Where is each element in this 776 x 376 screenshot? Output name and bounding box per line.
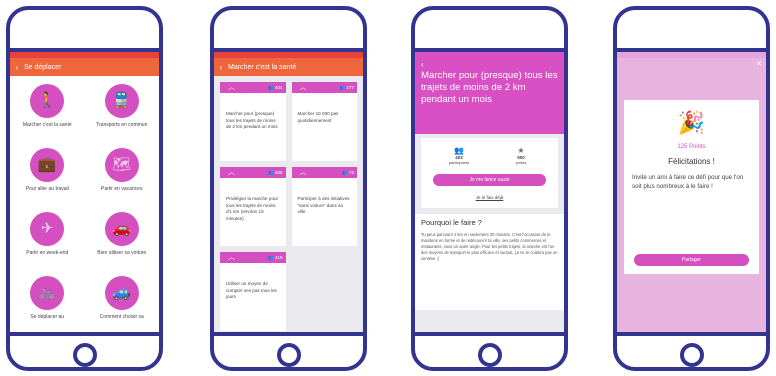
category-label: Marcher c'est la santé <box>22 122 72 128</box>
challenge-title: Marcher pour (presque) tous les trajets … <box>421 70 558 105</box>
invite-message: Invite un ami à faire ce défi pour que l… <box>632 174 744 190</box>
card-header: ︿ 👥 73 <box>291 167 357 178</box>
back-arrow-icon[interactable]: ‹ <box>421 58 558 70</box>
participant-count: 73 <box>348 170 354 175</box>
why-section: Pourquoi le faire ? Tu peux parcourir 2 … <box>415 214 564 310</box>
mountain-icon: ︿ <box>228 169 235 176</box>
app-bar-title: Se déplacer <box>24 63 62 71</box>
card-text: Marcher 10 000 pas quotidiennement <box>297 111 339 123</box>
challenge-card[interactable]: ︿ 👥 277 Marcher 10 000 pas quotidiennemen… <box>291 82 357 161</box>
challenge-card[interactable]: ︿ 👥 73 Participer à des initiatives "sans… <box>291 167 357 246</box>
back-arrow-icon[interactable]: ‹ <box>10 63 24 72</box>
participant-count: 277 <box>346 85 354 90</box>
category-item[interactable]: 🚆 Transports en commun <box>85 84 160 142</box>
app-bar-title: Marcher c'est la santé <box>228 63 297 71</box>
home-button[interactable] <box>477 343 502 367</box>
phone-frame-2: ‹ Marcher c'est la santé ︿ 👥 404 Marcher … <box>210 6 367 371</box>
phone-bottom-bezel <box>617 332 766 336</box>
category-item[interactable]: 🗺 Partir en vacances <box>85 148 160 206</box>
app-bar: ‹ Marcher c'est la santé <box>214 58 363 76</box>
train-icon: 🚆 <box>104 84 139 118</box>
close-icon[interactable]: ✕ <box>756 60 762 68</box>
card-header: ︿ 👥 419 <box>220 252 286 263</box>
card-header: ︿ 👥 277 <box>291 82 357 93</box>
category-label: Bien utiliser sa voiture <box>97 250 147 256</box>
bicycle-icon: 🚲 <box>30 276 65 310</box>
card-text: Marcher pour (presque) tous les trajets … <box>226 111 278 129</box>
phone-frame-1: ‹ Se déplacer 🚶 Marcher c'est la santé 🚆… <box>6 6 163 371</box>
participant-count: 404 <box>274 85 283 90</box>
already-doing-link[interactable]: Je le fais déjà <box>421 195 558 200</box>
briefcase-icon: 💼 <box>30 148 65 182</box>
category-label: Pour aller au travail <box>25 186 69 192</box>
participants-label: participants <box>448 160 470 165</box>
why-text: Tu peux parcourir 2 km en seulement 30 m… <box>421 232 558 261</box>
phone-bottom-bezel <box>214 332 363 336</box>
category-grid: 🚶 Marcher c'est la santé 🚆 Transports en… <box>10 76 159 332</box>
screen-congratulations: ✕ 🎉 125 Points Félicitations ! Invite un… <box>617 52 766 332</box>
phone-bottom-bezel <box>415 332 564 336</box>
category-label: Transports en commun <box>96 122 148 128</box>
card-header: ︿ 👥 404 <box>220 82 286 93</box>
plane-icon: ✈ <box>30 212 65 246</box>
points-earned: 125 Points <box>677 144 706 150</box>
challenge-card[interactable]: ︿ 👥 505 Privilégier la marche pour tous l… <box>220 167 286 246</box>
modal-overlay: ✕ 🎉 125 Points Félicitations ! Invite un… <box>617 58 766 332</box>
back-arrow-icon[interactable]: ‹ <box>214 63 228 72</box>
points-stat: ★ 500 points <box>501 146 541 165</box>
screen-challenge-detail: ‹ Marcher pour (presque) tous les trajet… <box>415 52 564 332</box>
party-popper-icon: 🎉 <box>677 110 706 135</box>
mountain-icon: ︿ <box>299 84 307 91</box>
participant-count: 419 <box>274 255 283 260</box>
challenge-hero: ‹ Marcher pour (presque) tous les trajet… <box>415 58 564 134</box>
category-label: Partir en vacances <box>101 186 143 192</box>
mountain-icon: ︿ <box>228 84 235 91</box>
screen-marcher-sante: ‹ Marcher c'est la santé ︿ 👥 404 Marcher … <box>214 52 363 332</box>
mountain-icon: ︿ <box>299 169 307 176</box>
card-text: Utiliser un moyen de compter ses pas tou… <box>226 281 277 299</box>
card-text: Participer à des initiatives "sans voitu… <box>297 196 350 214</box>
car-icon: 🚗 <box>104 212 139 246</box>
participants-stat: 👥 403 participants <box>439 146 479 165</box>
home-button[interactable] <box>276 343 301 367</box>
why-heading: Pourquoi le faire ? <box>421 218 482 227</box>
challenge-cards: ︿ 👥 404 Marcher pour (presque) tous les t… <box>214 76 363 332</box>
challenge-stats-card: 👥 403 participants ★ 500 points Je me la… <box>421 138 558 208</box>
challenge-card[interactable]: ︿ 👥 419 Utiliser un moyen de compter ses … <box>220 252 286 331</box>
phone-frame-4: ✕ 🎉 125 Points Félicitations ! Invite un… <box>613 6 770 371</box>
category-label: Se déplacer au <box>30 314 65 320</box>
category-item[interactable]: 🚗 Bien utiliser sa voiture <box>85 212 160 270</box>
people-icon: 👥 <box>454 146 464 155</box>
category-item[interactable]: ✈ Partir en week-end <box>10 212 85 270</box>
category-label: Comment choisir sa <box>99 314 144 320</box>
map-icon: 🗺 <box>104 148 139 182</box>
walker-icon: 🚶 <box>30 84 65 118</box>
card-text: Privilégier la marche pour tous les traj… <box>226 196 279 221</box>
screen-se-deplacer: ‹ Se déplacer 🚶 Marcher c'est la santé 🚆… <box>10 52 159 332</box>
category-item[interactable]: 🚶 Marcher c'est la santé <box>10 84 85 142</box>
app-bar: ‹ Se déplacer <box>10 58 159 76</box>
phone-bottom-bezel <box>10 332 159 336</box>
congrats-title: Félicitations ! <box>668 157 715 166</box>
category-item[interactable]: 🚙 Comment choisir sa <box>85 276 160 332</box>
challenge-card[interactable]: ︿ 👥 404 Marcher pour (presque) tous les t… <box>220 82 286 161</box>
phone-frame-3: ‹ Marcher pour (presque) tous les trajet… <box>411 6 568 371</box>
star-icon: ★ <box>517 146 525 155</box>
category-item[interactable]: 💼 Pour aller au travail <box>10 148 85 206</box>
home-button[interactable] <box>72 343 97 367</box>
points-label: points <box>515 160 527 165</box>
congrats-dialog: 🎉 125 Points Félicitations ! Invite un a… <box>624 100 759 274</box>
join-challenge-button[interactable]: Je me lance aussi <box>433 174 546 186</box>
cards-background: ︿ 👥 404 Marcher pour (presque) tous les t… <box>214 76 363 332</box>
home-button[interactable] <box>679 343 704 367</box>
category-label: Partir en week-end <box>26 250 69 256</box>
mountain-icon: ︿ <box>228 254 235 261</box>
card-header: ︿ 👥 505 <box>220 167 286 178</box>
category-item[interactable]: 🚲 Se déplacer au <box>10 276 85 332</box>
vehicle-icon: 🚙 <box>104 276 139 310</box>
share-button[interactable]: Partager <box>634 254 749 266</box>
participant-count: 505 <box>274 170 283 175</box>
